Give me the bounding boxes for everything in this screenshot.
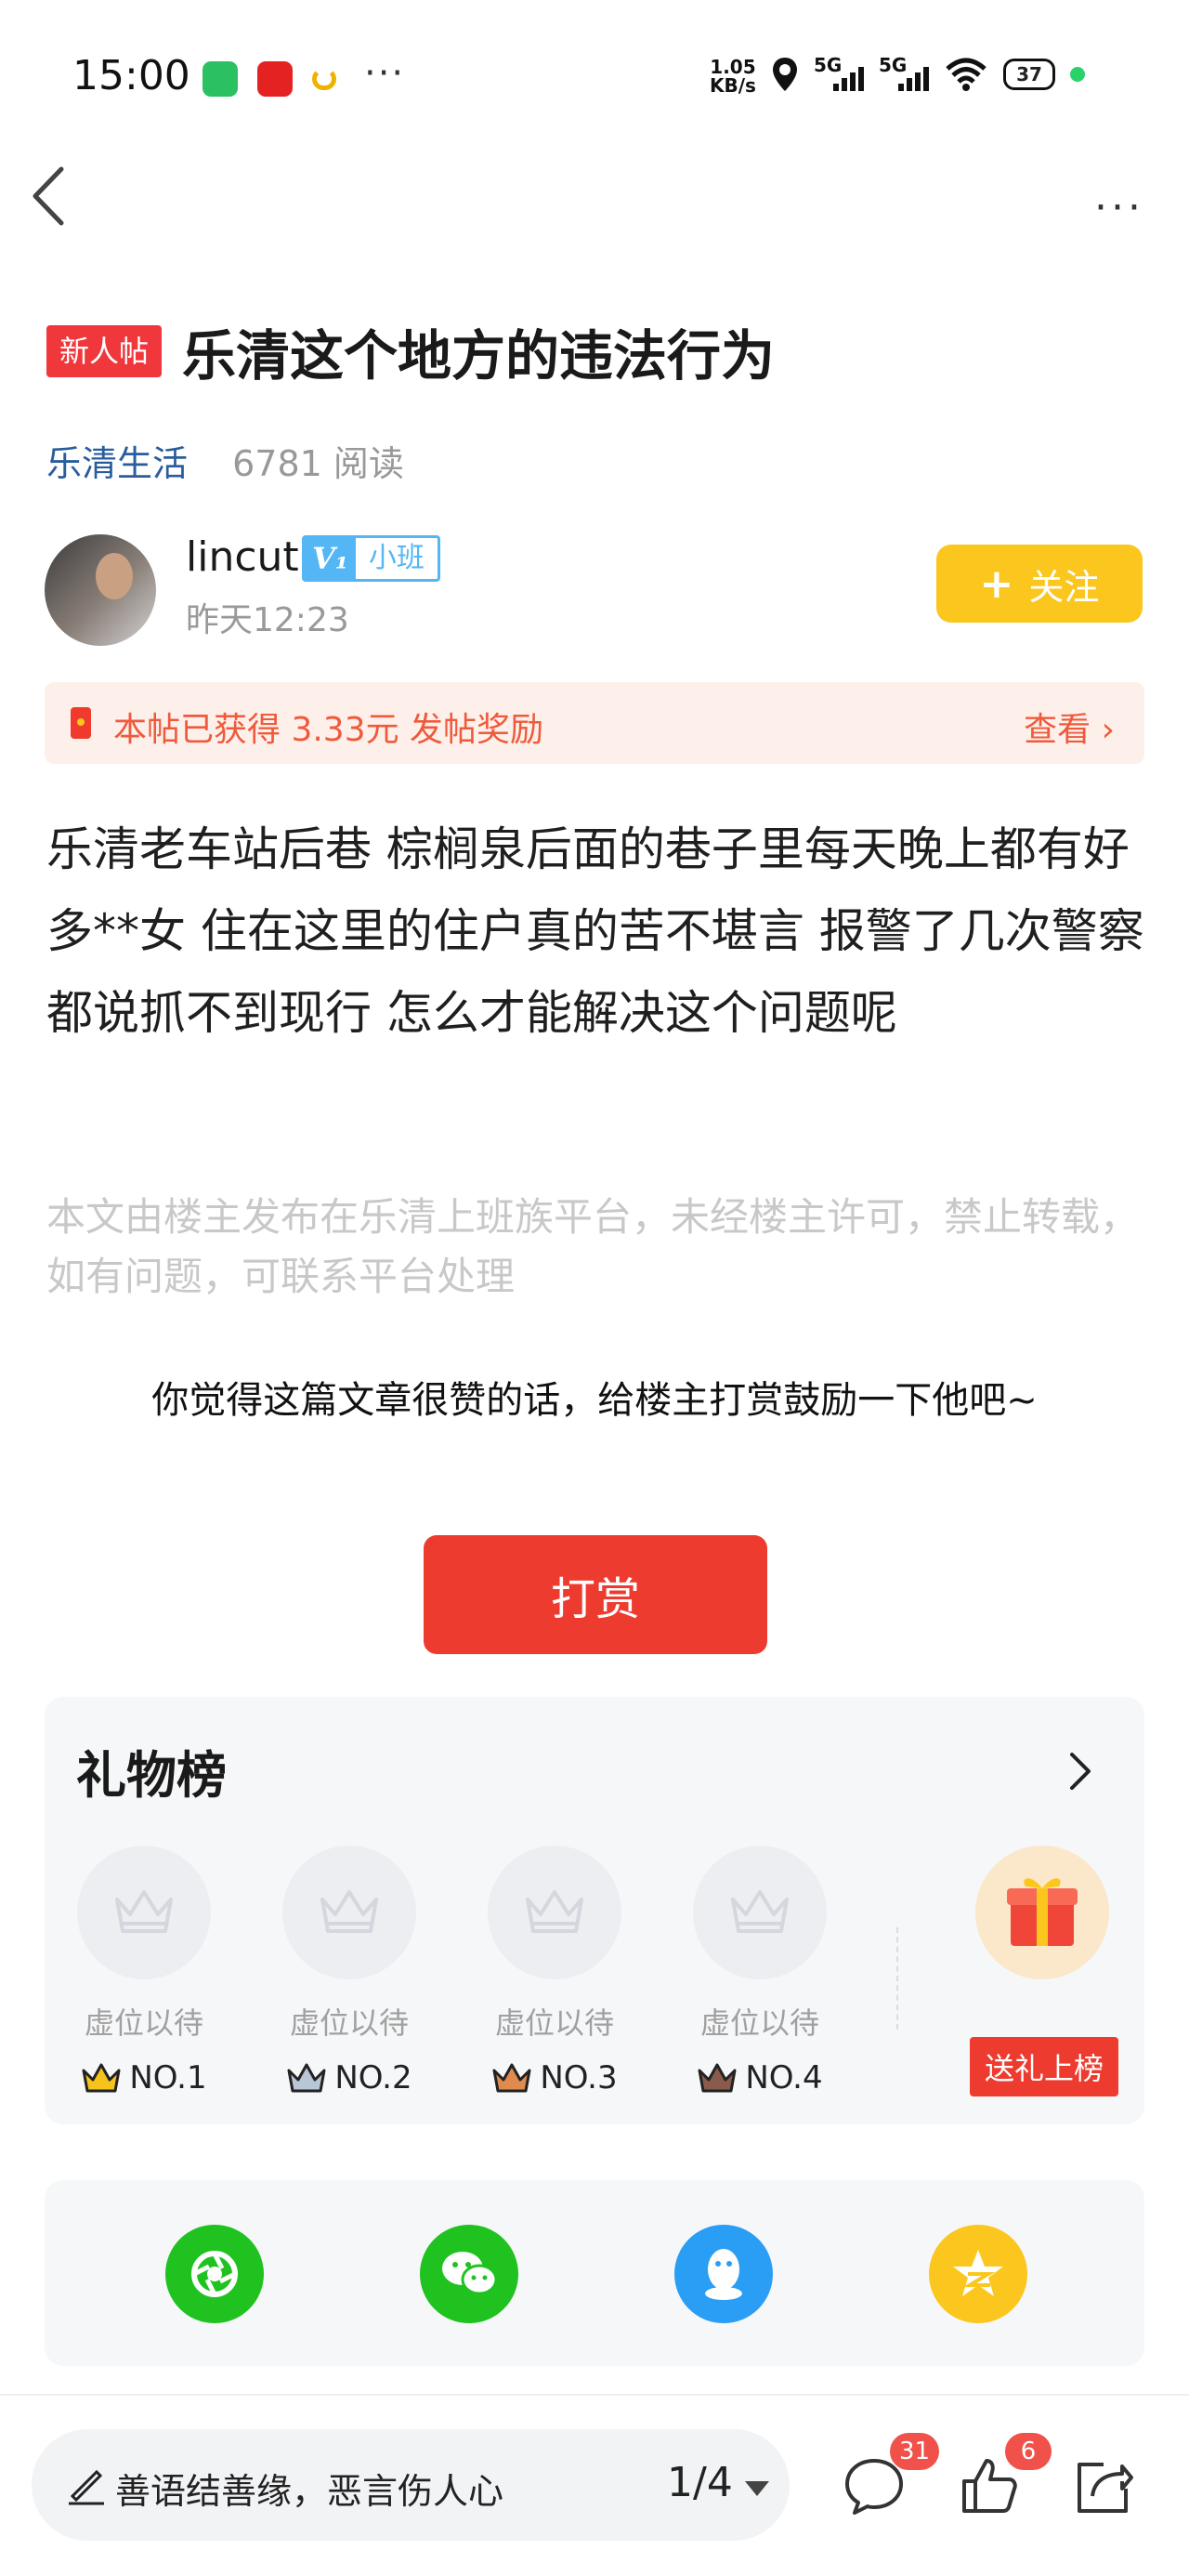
plus-icon: + xyxy=(979,559,1014,608)
copyright-disclaimer: 本文由楼主发布在乐清上班族平台，未经楼主许可，禁止转载，如有问题，可联系平台处理 xyxy=(46,1194,1140,1299)
moments-icon[interactable] xyxy=(165,2225,264,2323)
pen-icon xyxy=(69,2469,104,2505)
gift-slot[interactable]: 虚位以待 NO.4 xyxy=(690,1846,830,2096)
comment-input[interactable]: 善语结善缘，恶言伤人心 1/4 xyxy=(32,2429,790,2541)
follow-button[interactable]: + 关注 xyxy=(936,545,1143,623)
post-content: 乐清老车站后巷 棕榈泉后面的巷子里每天晚上都有好多**女 住在这里的住户真的苦不… xyxy=(46,822,1144,1040)
like-count-badge: 6 xyxy=(1005,2433,1052,2470)
follow-label: 关注 xyxy=(1028,566,1100,608)
more-options-icon[interactable]: ··· xyxy=(1094,184,1144,231)
red-envelope-icon xyxy=(71,707,91,739)
status-time: 15:00 xyxy=(72,52,190,99)
send-gift-button[interactable]: 送礼上榜 xyxy=(970,2037,1118,2096)
caret-down-icon[interactable] xyxy=(745,2481,769,2496)
empty-slot-avatar xyxy=(488,1846,621,1979)
forum-link[interactable]: 乐清生活 xyxy=(46,443,188,484)
level-title: 小班 xyxy=(368,542,425,574)
gift-board: 礼物榜 虚位以待 NO.1 虚位以待 NO.2 虚位以待 NO.3 虚位以待 N… xyxy=(45,1697,1144,2124)
read-count: 6781 阅读 xyxy=(232,443,404,484)
post-header: 新人帖 乐清这个地方的违法行为 xyxy=(46,312,775,390)
author-name[interactable]: lincut xyxy=(186,533,299,581)
slot-label: 虚位以待 xyxy=(84,2005,203,2041)
slot-label: 虚位以待 xyxy=(699,2005,819,2041)
slot-label: 虚位以待 xyxy=(494,2005,614,2041)
slot-label: 虚位以待 xyxy=(289,2005,409,2041)
gift-box-icon xyxy=(1007,1878,1078,1946)
crown-outline-icon xyxy=(320,1890,378,1933)
battery-icon: 37 xyxy=(1003,59,1055,90)
reward-view-link[interactable]: 查看 › xyxy=(1024,703,1115,751)
slot-rank: NO.1 xyxy=(74,2059,214,2096)
new-post-badge: 新人帖 xyxy=(46,325,163,377)
reward-banner[interactable]: 本帖已获得 3.33元 发帖奖励 查看 › xyxy=(45,682,1144,764)
app-notification-icon xyxy=(257,61,293,97)
comment-placeholder: 善语结善缘，恶言伤人心 xyxy=(115,2471,504,2512)
empty-slot-avatar xyxy=(282,1846,416,1979)
tip-prompt: 你觉得这篇文章很赞的话，给楼主打赏鼓励一下他吧~ xyxy=(151,1379,1038,1422)
signal-icon: 5G xyxy=(814,54,864,95)
qq-icon[interactable] xyxy=(674,2225,773,2323)
active-indicator xyxy=(1070,67,1085,82)
tip-button[interactable]: 打赏 xyxy=(424,1535,767,1654)
post-time: 昨天12:23 xyxy=(186,601,349,639)
qzone-icon[interactable] xyxy=(929,2225,1027,2323)
crown-outline-icon xyxy=(115,1890,173,1933)
crown-icon xyxy=(287,2063,326,2093)
author-level-badge: V₁ 小班 xyxy=(302,535,440,582)
empty-slot-avatar xyxy=(77,1846,211,1979)
crown-outline-icon xyxy=(731,1890,789,1933)
signal-icon: 5G xyxy=(879,54,929,95)
comment-count-badge: 31 xyxy=(890,2433,940,2470)
divider xyxy=(896,1927,898,2030)
wechat-notification-icon xyxy=(203,61,238,97)
crown-icon xyxy=(492,2063,531,2093)
crown-icon xyxy=(82,2063,121,2093)
gift-slot[interactable]: 虚位以待 NO.2 xyxy=(280,1846,419,2096)
gift-icon[interactable] xyxy=(975,1846,1109,1979)
app-notification-icon xyxy=(312,68,336,90)
gift-slot[interactable]: 虚位以待 NO.1 xyxy=(74,1846,214,2096)
more-notifications-icon: ··· xyxy=(364,52,406,95)
post-meta: 乐清生活 6781 阅读 xyxy=(46,435,404,486)
status-bar: 15:00 ··· 1.05 KB/s 5G 5G 37 xyxy=(0,0,1189,158)
gift-slot[interactable]: 虚位以待 NO.3 xyxy=(485,1846,624,2096)
crown-icon xyxy=(698,2063,737,2093)
wechat-icon[interactable] xyxy=(420,2225,518,2323)
level-number: V₁ xyxy=(305,538,356,579)
wifi-icon xyxy=(946,58,986,91)
empty-slot-avatar xyxy=(693,1846,827,1979)
share-icon[interactable] xyxy=(1070,2453,1135,2518)
gift-board-title: 礼物榜 xyxy=(76,1746,227,1805)
page-indicator[interactable]: 1/4 xyxy=(667,2459,733,2506)
share-panel xyxy=(45,2180,1144,2366)
bottom-bar: 善语结善缘，恶言伤人心 1/4 31 6 xyxy=(0,2394,1189,2576)
slot-rank: NO.3 xyxy=(485,2059,624,2096)
reward-text: 本帖已获得 3.33元 发帖奖励 xyxy=(113,711,544,749)
chevron-right-icon[interactable] xyxy=(1066,1751,1094,1792)
post-title: 乐清这个地方的违法行为 xyxy=(182,324,776,388)
location-icon xyxy=(773,58,797,91)
crown-outline-icon xyxy=(526,1890,583,1933)
network-speed: 1.05 KB/s xyxy=(710,56,756,97)
author-avatar[interactable] xyxy=(45,534,156,646)
back-icon[interactable] xyxy=(26,164,72,229)
slot-rank: NO.2 xyxy=(280,2059,419,2096)
slot-rank: NO.4 xyxy=(690,2059,830,2096)
